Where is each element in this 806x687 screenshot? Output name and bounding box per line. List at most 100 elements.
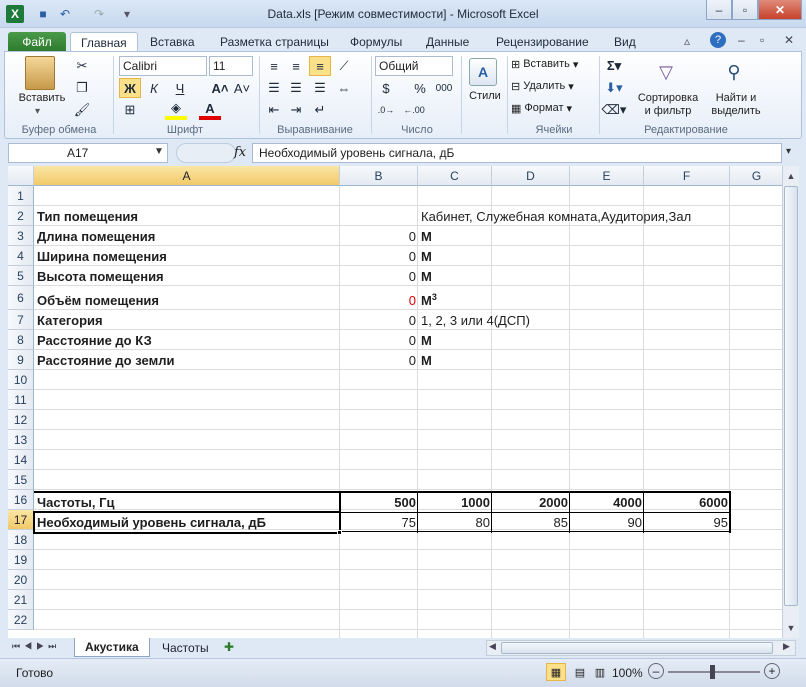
cell-e17[interactable]: 90 xyxy=(570,512,644,532)
number-format-select[interactable]: Общий xyxy=(375,56,453,76)
row-header-15[interactable]: 15 xyxy=(8,470,34,490)
cell-a17[interactable]: Необходимый уровень сигнала, дБ xyxy=(34,512,268,532)
column-header-a[interactable]: A xyxy=(34,166,340,186)
cell-c16[interactable]: 1000 xyxy=(418,492,492,512)
hscroll-thumb[interactable] xyxy=(501,642,773,654)
zoom-level[interactable]: 100% xyxy=(612,666,643,680)
orientation-icon[interactable]: ⟋ xyxy=(333,56,355,76)
minimize-ribbon-icon[interactable]: ▵ xyxy=(684,34,690,48)
sheet-tab-frequencies[interactable]: Частоты xyxy=(152,638,219,657)
increase-font-icon[interactable]: A˄ xyxy=(209,78,231,98)
row-header-10[interactable]: 10 xyxy=(8,370,34,390)
column-header-d[interactable]: D xyxy=(492,166,570,186)
paste-button[interactable]: Вставить xyxy=(9,92,75,104)
page-break-view-icon[interactable]: ▥ xyxy=(590,663,610,681)
bold-button[interactable]: Ж xyxy=(119,78,141,98)
row-header-6[interactable]: 6 xyxy=(8,286,34,310)
sheet-nav-icons[interactable]: ⏮◀▶⏭ xyxy=(12,641,60,652)
cell-b17[interactable]: 75 xyxy=(340,512,418,532)
row-header-16[interactable]: 16 xyxy=(8,490,34,510)
cell-c6[interactable]: М3 xyxy=(418,286,439,310)
expand-formula-icon[interactable]: ▾ xyxy=(786,146,791,157)
cell-b9[interactable]: 0 xyxy=(340,350,418,370)
row-header-19[interactable]: 19 xyxy=(8,550,34,570)
row-header-22[interactable]: 22 xyxy=(8,610,34,630)
italic-button[interactable]: К xyxy=(143,78,165,98)
copy-icon[interactable]: ❐ xyxy=(71,78,93,98)
tab-page-layout[interactable]: Разметка страницы xyxy=(210,32,339,52)
sheet-tab-acoustics[interactable]: Акустика xyxy=(74,638,150,657)
find-select-button[interactable]: Найти и выделить xyxy=(705,92,767,118)
currency-button[interactable]: $ xyxy=(375,78,397,98)
row-header-17[interactable]: 17 xyxy=(8,510,34,530)
cell-f17[interactable]: 95 xyxy=(644,512,730,532)
wrap-text-icon[interactable]: ↵ xyxy=(309,100,331,120)
formula-bar-divider[interactable] xyxy=(176,143,236,163)
cell-a6[interactable]: Объём помещения xyxy=(34,286,161,310)
doc-close-icon[interactable]: ✕ xyxy=(784,33,794,47)
row-header-14[interactable]: 14 xyxy=(8,450,34,470)
scroll-right-icon[interactable]: ▶ xyxy=(783,641,790,652)
cell-a8[interactable]: Расстояние до КЗ xyxy=(34,330,154,350)
cut-icon[interactable]: ✂ xyxy=(71,56,93,76)
cell-c3[interactable]: М xyxy=(418,226,434,246)
cell-d17[interactable]: 85 xyxy=(492,512,570,532)
thousands-button[interactable]: 000 xyxy=(433,78,455,98)
align-center-icon[interactable]: ☰ xyxy=(285,78,307,98)
row-header-9[interactable]: 9 xyxy=(8,350,34,370)
tab-review[interactable]: Рецензирование xyxy=(486,32,599,52)
tab-home[interactable]: Главная xyxy=(70,32,138,52)
paste-icon[interactable] xyxy=(25,56,55,90)
horizontal-scrollbar[interactable]: ◀ ▶ xyxy=(486,640,796,656)
format-painter-icon[interactable]: 🖌 xyxy=(71,100,93,120)
zoom-out-icon[interactable]: – xyxy=(648,663,664,679)
styles-button[interactable]: Стили xyxy=(465,90,505,102)
cell-a2[interactable]: Тип помещения xyxy=(34,206,140,226)
fill-color-icon[interactable]: ◈ xyxy=(165,100,187,120)
row-header-18[interactable]: 18 xyxy=(8,530,34,550)
insert-sheet-icon[interactable]: ✚ xyxy=(224,640,234,654)
font-name-select[interactable]: Calibri xyxy=(119,56,207,76)
row-header-7[interactable]: 7 xyxy=(8,310,34,330)
maximize-button[interactable]: ▫ xyxy=(732,0,758,20)
underline-button[interactable]: Ч xyxy=(169,78,191,98)
row-header-2[interactable]: 2 xyxy=(8,206,34,226)
normal-view-icon[interactable]: ▦ xyxy=(546,663,566,681)
row-header-4[interactable]: 4 xyxy=(8,246,34,266)
formula-input[interactable]: Необходимый уровень сигнала, дБ xyxy=(252,143,782,163)
row-header-1[interactable]: 1 xyxy=(8,186,34,206)
cell-a16[interactable]: Частоты, Гц xyxy=(34,492,116,512)
percent-button[interactable]: % xyxy=(409,78,431,98)
help-icon[interactable]: ? xyxy=(710,32,726,48)
row-header-13[interactable]: 13 xyxy=(8,430,34,450)
font-color-icon[interactable]: A xyxy=(199,100,221,120)
increase-indent-icon[interactable]: ⇥ xyxy=(285,100,307,120)
decrease-decimal-icon[interactable]: ←.00 xyxy=(403,100,425,120)
cell-b3[interactable]: 0 xyxy=(340,226,418,246)
align-left-icon[interactable]: ☰ xyxy=(263,78,285,98)
cell-c7[interactable]: 1, 2, 3 или 4(ДСП) xyxy=(418,310,532,330)
scroll-up-icon[interactable]: ▲ xyxy=(783,168,799,184)
zoom-in-icon[interactable]: + xyxy=(764,663,780,679)
fill-icon[interactable]: ⬇▾ xyxy=(603,78,625,98)
close-button[interactable]: ✕ xyxy=(758,0,802,20)
insert-cells-button[interactable]: ⊞ Вставить ▾ xyxy=(511,58,578,71)
cell-c8[interactable]: М xyxy=(418,330,434,350)
cell-c4[interactable]: М xyxy=(418,246,434,266)
clear-icon[interactable]: ⌫▾ xyxy=(602,100,627,120)
cell-b4[interactable]: 0 xyxy=(340,246,418,266)
scroll-left-icon[interactable]: ◀ xyxy=(489,641,496,652)
tab-insert[interactable]: Вставка xyxy=(140,32,205,52)
align-bottom-icon[interactable]: ≡ xyxy=(309,56,331,76)
page-layout-view-icon[interactable]: ▤ xyxy=(570,663,590,681)
cell-a5[interactable]: Высота помещения xyxy=(34,266,166,286)
column-header-c[interactable]: C xyxy=(418,166,492,186)
autosum-icon[interactable]: Σ▾ xyxy=(603,56,625,76)
tab-data[interactable]: Данные xyxy=(416,32,479,52)
align-right-icon[interactable]: ☰ xyxy=(309,78,331,98)
insert-function-button[interactable]: fx xyxy=(234,145,246,160)
column-header-e[interactable]: E xyxy=(570,166,644,186)
minimize-button[interactable]: – xyxy=(706,0,732,20)
spreadsheet-grid[interactable]: A B C D E F G 1 2 3 4 5 6 7 8 9 10 11 12 13 14 15 16 17 1… xyxy=(8,166,782,638)
cell-f16[interactable]: 6000 xyxy=(644,492,730,512)
